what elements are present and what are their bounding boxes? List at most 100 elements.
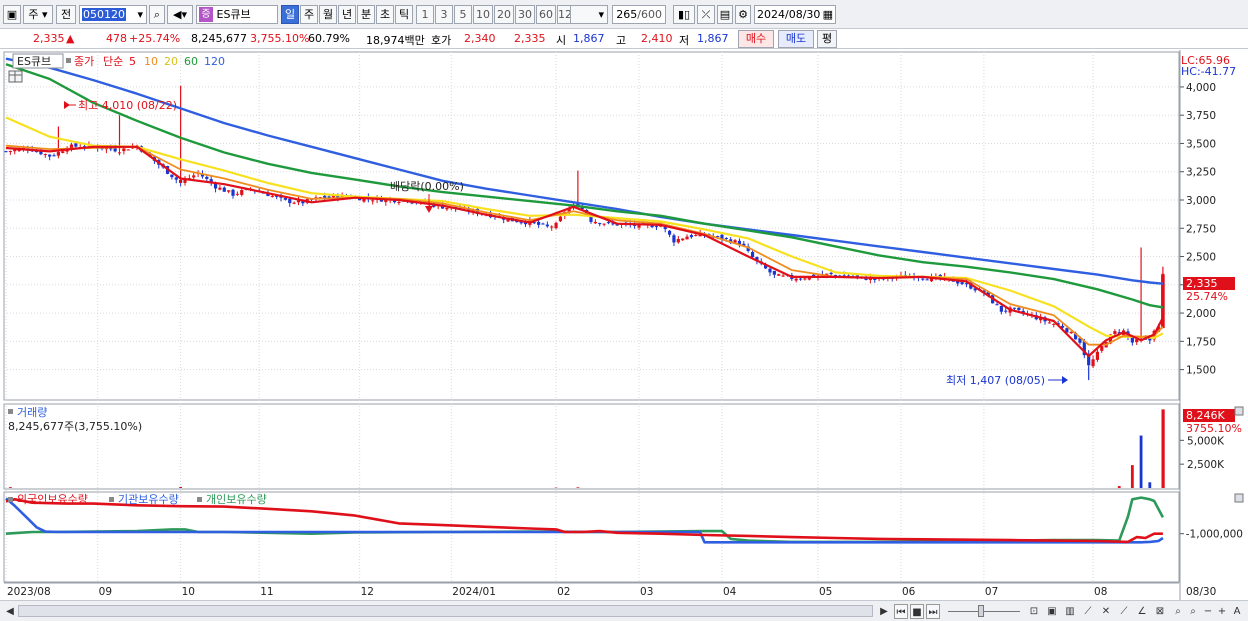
- interval-tab-3[interactable]: 3: [435, 5, 453, 24]
- interval-tab-20[interactable]: 20: [494, 5, 514, 24]
- save-icon[interactable]: ▤: [717, 5, 733, 24]
- last-page-icon[interactable]: ⏭: [926, 604, 940, 619]
- trendline-icon[interactable]: ⟋: [1080, 604, 1096, 619]
- candle-body: [960, 282, 964, 285]
- candle-body: [270, 195, 274, 197]
- scroll-left-icon[interactable]: ◀: [4, 604, 16, 619]
- period-tab-0[interactable]: 일: [281, 5, 299, 24]
- candle-body: [676, 238, 680, 243]
- gear-icon[interactable]: ⚙: [735, 5, 751, 24]
- chart-background: [0, 50, 1248, 600]
- first-page-icon[interactable]: ⏮: [894, 604, 908, 619]
- scroll-track[interactable]: [18, 605, 873, 617]
- interval-dropdown[interactable]: ▾: [570, 5, 608, 24]
- candle-body: [231, 189, 235, 196]
- legend-marker: [66, 58, 71, 63]
- price-tick-label-2: 2,000: [1186, 308, 1216, 320]
- zoom-in-icon[interactable]: +: [1216, 604, 1228, 619]
- period-tab-4[interactable]: 분: [357, 5, 375, 24]
- stock-code-input[interactable]: 050120 ▾: [79, 5, 147, 24]
- candle-body: [803, 278, 807, 280]
- hc-label: HC:-41.77: [1181, 65, 1236, 78]
- calendar-icon: ▦: [822, 8, 833, 21]
- candle-body: [288, 198, 292, 204]
- interval-tab-30[interactable]: 30: [515, 5, 535, 24]
- count-field[interactable]: 265/600: [612, 5, 666, 24]
- date-field[interactable]: 2024/08/30 ▦: [754, 5, 836, 24]
- legend-ma5: 5: [129, 55, 136, 68]
- candle-body: [371, 200, 375, 202]
- period-tab-6[interactable]: 틱: [395, 5, 413, 24]
- candle-type-icon[interactable]: ▮▯: [673, 5, 695, 24]
- stock-badge: 증: [199, 7, 213, 22]
- magnifier-minus-icon[interactable]: ⌕: [1186, 604, 1200, 619]
- price-tick-label-9: 3,750: [1186, 110, 1216, 122]
- x-tick-label-9: 05: [819, 586, 832, 598]
- period-dropdown[interactable]: 주 ▾: [23, 5, 53, 24]
- period-tab-2[interactable]: 월: [319, 5, 337, 24]
- volume-bar-0: [8, 487, 12, 488]
- candle-body: [777, 274, 781, 276]
- x-tick-label-4: 12: [361, 586, 374, 598]
- candle-body: [606, 222, 611, 224]
- holdings-panel-close-icon[interactable]: [1234, 493, 1244, 503]
- volume-panel-close-icon[interactable]: [1234, 406, 1244, 416]
- zoom-out-icon[interactable]: −: [1202, 604, 1214, 619]
- candle-body: [593, 221, 597, 224]
- draw-icon[interactable]: ⟋: [1116, 604, 1132, 619]
- bars-icon[interactable]: ▥: [1062, 604, 1078, 619]
- volume-bar-3: [576, 487, 580, 488]
- interval-tab-60[interactable]: 60: [536, 5, 556, 24]
- candle-body: [170, 174, 174, 178]
- price-tick-label-1: 1,750: [1186, 336, 1216, 348]
- volume-bar-4: [1117, 486, 1121, 488]
- zoom-slider[interactable]: [948, 611, 1020, 612]
- candle-body: [1095, 351, 1100, 360]
- price-tick-label-10: 4,000: [1186, 82, 1216, 94]
- interval-tab-10[interactable]: 10: [473, 5, 493, 24]
- crosshair-icon[interactable]: ⤫: [697, 5, 715, 24]
- stock-name: ES큐브: [216, 8, 251, 21]
- zoom-slider-handle[interactable]: [978, 605, 984, 617]
- candle-body: [283, 197, 288, 200]
- interval-tab-5[interactable]: 5: [454, 5, 472, 24]
- volume-pct-tag: 3755.10%: [1186, 422, 1242, 435]
- holdings-institution-title: 기관보유수량: [118, 493, 179, 506]
- speaker-icon[interactable]: ◀▾: [167, 5, 193, 24]
- angle-icon[interactable]: ∠: [1134, 604, 1150, 619]
- stop-icon[interactable]: ■: [910, 604, 924, 619]
- stock-name-field[interactable]: 증 ES큐브: [196, 5, 278, 24]
- x-tick-label-8: 04: [723, 586, 737, 598]
- magnifier-icon[interactable]: ⌕: [1170, 604, 1186, 619]
- cross-icon[interactable]: ✕: [1098, 604, 1114, 619]
- lock-icon[interactable]: ⊠: [1152, 604, 1168, 619]
- candle-body: [117, 152, 122, 154]
- bottom-scrollbar[interactable]: ◀ ▶ ⏮ ■ ⏭ ⊡ ▣ ▥ ⟋ ✕ ⟋ ∠ ⊠ ⌕ ⌕ − + A: [0, 600, 1248, 621]
- scroll-right-icon[interactable]: ▶: [878, 604, 890, 619]
- candle-body: [323, 195, 327, 198]
- font-size-icon[interactable]: A: [1230, 604, 1244, 619]
- buy-button[interactable]: 매수: [738, 30, 774, 48]
- candle-body: [397, 201, 401, 204]
- measure-icon[interactable]: ⊡: [1026, 604, 1042, 619]
- image-icon[interactable]: ▣: [1044, 604, 1060, 619]
- chart-area[interactable]: 1,5001,7502,0002,2502,5002,7503,0003,250…: [0, 50, 1248, 600]
- layout-icon[interactable]: ▣: [3, 5, 21, 24]
- eval-button[interactable]: 평: [817, 30, 837, 48]
- candle-body: [52, 155, 56, 157]
- period-tab-5[interactable]: 초: [376, 5, 394, 24]
- high-annotation: 최고 4,010 (08/22): [78, 99, 177, 112]
- period-tab-3[interactable]: 년: [338, 5, 356, 24]
- interval-tab-1[interactable]: 1: [416, 5, 434, 24]
- holdings-y-axis: -1,000,000: [1180, 529, 1243, 541]
- price-tick-label-4: 2,500: [1186, 252, 1216, 264]
- period-tab-1[interactable]: 주: [300, 5, 318, 24]
- quote-bar: 2,335 ▲ 478 +25.74% 8,245,677 3,755.10% …: [0, 29, 1248, 49]
- candle-body: [829, 272, 833, 275]
- sell-button[interactable]: 매도: [778, 30, 814, 48]
- candle-body: [519, 222, 523, 224]
- prev-button[interactable]: 전: [56, 5, 76, 24]
- ask-price-1: 2,340: [464, 32, 496, 45]
- volume-tick-label-0: 2,500K: [1187, 459, 1225, 471]
- search-icon[interactable]: ⌕: [149, 5, 165, 24]
